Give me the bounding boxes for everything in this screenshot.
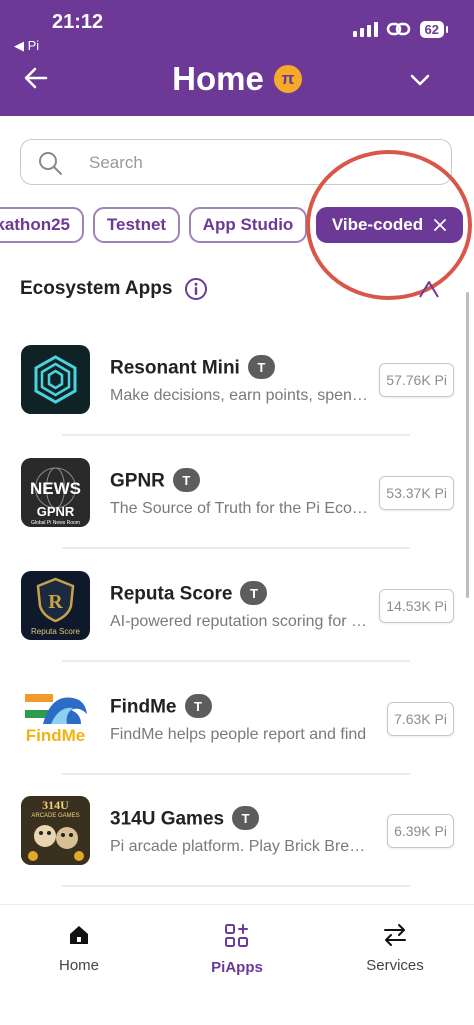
testnet-badge: T bbox=[240, 581, 268, 605]
testnet-badge: T bbox=[247, 355, 275, 379]
app-description: FindMe helps people report and find bbox=[110, 726, 367, 743]
pi-amount-badge: 57.76K Pi bbox=[379, 363, 454, 397]
filter-chip-hackathon25[interactable]: kathon25 bbox=[0, 207, 84, 243]
filter-chip-testnet[interactable]: Testnet bbox=[93, 207, 180, 243]
chip-label: Testnet bbox=[106, 215, 167, 234]
divider bbox=[62, 547, 410, 549]
home-icon bbox=[70, 926, 88, 944]
filter-chips: kathon25 Testnet App Studio Vibe-coded bbox=[0, 207, 474, 245]
battery-indicator: 62 bbox=[419, 20, 449, 38]
resonant-mini-icon bbox=[21, 345, 90, 414]
svg-text:Reputa Score: Reputa Score bbox=[31, 627, 80, 636]
pi-amount-badge: 7.63K Pi bbox=[387, 702, 454, 736]
divider bbox=[62, 773, 410, 775]
divider bbox=[62, 885, 410, 887]
signal-icon bbox=[352, 21, 378, 37]
search-input[interactable] bbox=[87, 148, 431, 178]
app-description: AI-powered reputation scoring for Pionee… bbox=[110, 613, 368, 630]
pi-amount-badge: 6.39K Pi bbox=[387, 814, 454, 848]
314u-games-icon: 314U ARCADE GAMES bbox=[21, 796, 90, 865]
app-header: 21:12 ◀ Pi 62 Home π bbox=[0, 0, 474, 116]
svg-text:GPNR: GPNR bbox=[37, 504, 75, 519]
testnet-badge: T bbox=[232, 806, 260, 830]
svg-text:FindMe: FindMe bbox=[26, 726, 86, 745]
svg-text:R: R bbox=[48, 591, 63, 613]
filter-chip-vibe-coded[interactable]: Vibe-coded bbox=[316, 207, 463, 243]
app-description: Make decisions, earn points, spend them bbox=[110, 387, 368, 404]
filter-chip-app-studio[interactable]: App Studio bbox=[189, 207, 307, 243]
scrollbar[interactable] bbox=[466, 292, 469, 598]
app-name: Reputa Score T bbox=[110, 581, 268, 606]
chip-label: App Studio bbox=[202, 215, 294, 234]
swap-arrows-icon bbox=[384, 924, 406, 946]
link-icon bbox=[386, 22, 410, 36]
nav-services[interactable]: Services bbox=[340, 923, 450, 974]
search-icon bbox=[39, 152, 62, 175]
app-description: The Source of Truth for the Pi Ecosystem bbox=[110, 500, 368, 517]
apps-grid-icon bbox=[225, 924, 248, 947]
chip-label: Vibe-coded bbox=[331, 215, 424, 234]
app-name: Resonant Mini T bbox=[110, 355, 275, 380]
testnet-badge: T bbox=[172, 468, 200, 492]
search-bar[interactable] bbox=[20, 139, 452, 185]
header-title-group: Home π bbox=[0, 60, 474, 98]
app-row-314u-games[interactable]: 314U ARCADE GAMES 314U Games T Pi arcade … bbox=[0, 796, 466, 908]
status-indicators: 62 bbox=[352, 20, 449, 38]
pi-amount-badge: 14.53K Pi bbox=[379, 589, 454, 623]
gpnr-news-icon: NEWS GPNR Global Pi News Room bbox=[21, 458, 90, 527]
svg-text:ARCADE GAMES: ARCADE GAMES bbox=[31, 813, 79, 819]
nav-label: PiApps bbox=[211, 959, 263, 976]
app-row-reputa-score[interactable]: R Reputa Score Reputa Score T AI-powered … bbox=[0, 571, 466, 683]
chevron-down-icon[interactable] bbox=[408, 68, 432, 92]
pi-amount-badge: 53.37K Pi bbox=[379, 476, 454, 510]
svg-text:NEWS: NEWS bbox=[30, 479, 81, 498]
nav-label: Services bbox=[366, 957, 424, 974]
nav-home[interactable]: Home bbox=[24, 923, 134, 974]
divider bbox=[62, 434, 410, 436]
svg-text:Global Pi News Room: Global Pi News Room bbox=[31, 520, 80, 526]
app-row-findme[interactable]: FindMe FindMe T FindMe helps people repor… bbox=[0, 684, 466, 796]
pi-coin-icon: π bbox=[273, 65, 302, 93]
status-back-to-app[interactable]: ◀ Pi bbox=[14, 38, 39, 54]
close-icon[interactable] bbox=[433, 218, 447, 232]
app-name: FindMe T bbox=[110, 694, 212, 719]
nav-piapps[interactable]: PiApps bbox=[182, 923, 292, 976]
app-description: Pi arcade platform. Play Brick Breaker bbox=[110, 838, 368, 855]
app-row-gpnr[interactable]: NEWS GPNR Global Pi News Room GPNR T The … bbox=[0, 458, 466, 570]
divider bbox=[62, 660, 410, 662]
nav-label: Home bbox=[58, 957, 99, 974]
chip-label: kathon25 bbox=[0, 215, 70, 234]
reputa-score-icon: R Reputa Score bbox=[21, 571, 90, 640]
status-time: 21:12 bbox=[52, 11, 104, 33]
info-icon[interactable] bbox=[184, 277, 208, 301]
app-name: GPNR T bbox=[110, 468, 200, 493]
testnet-badge: T bbox=[184, 694, 212, 718]
findme-icon: FindMe bbox=[21, 684, 90, 753]
app-row-resonant-mini[interactable]: Resonant Mini T Make decisions, earn poin… bbox=[0, 345, 466, 457]
app-name: 314U Games T bbox=[110, 806, 260, 831]
section-title: Ecosystem Apps bbox=[20, 278, 173, 299]
bottom-navigation: Home PiApps Services bbox=[0, 904, 474, 1025]
chevron-up-icon[interactable] bbox=[418, 279, 440, 299]
page-title: Home bbox=[172, 60, 264, 97]
svg-text:314U: 314U bbox=[42, 798, 69, 812]
